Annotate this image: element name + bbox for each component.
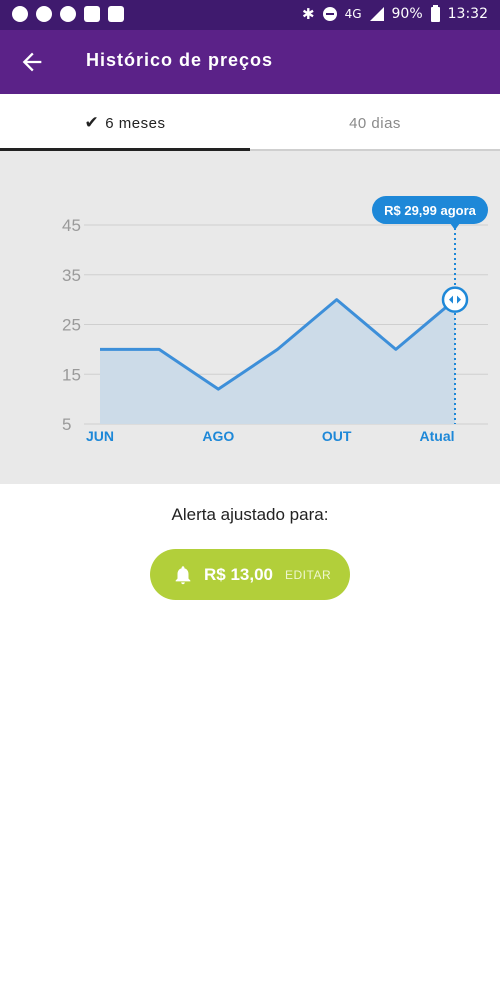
- app-notification-icon: [36, 6, 52, 22]
- edit-alert-link[interactable]: EDITAR: [285, 568, 331, 582]
- network-type: 4G: [344, 7, 362, 21]
- app-notification-icon: [60, 6, 76, 22]
- tooltip-pointer: [450, 223, 460, 230]
- x-axis-label: AGO: [202, 428, 234, 444]
- tab-6-meses[interactable]: ✔ 6 meses: [0, 94, 250, 152]
- battery-percent: 90%: [391, 6, 423, 22]
- app-bar: Histórico de preços: [0, 30, 500, 94]
- notification-icons: [12, 6, 124, 22]
- check-icon: ✔: [84, 113, 100, 132]
- y-tick-label: 45: [62, 216, 81, 235]
- price-area-fill: [100, 299, 455, 424]
- price-chart-svg: 45 35 25 15 5 JUN AGO OUT Atual R$ 29,99 agora: [62, 196, 488, 444]
- clock: 13:32: [447, 6, 488, 22]
- price-alert-button[interactable]: R$ 13,00 EDITAR: [150, 549, 350, 600]
- tab-40-dias[interactable]: 40 dias: [250, 94, 500, 152]
- signal-icon: [369, 7, 384, 21]
- list-notification-icon: [84, 6, 100, 22]
- x-axis-label: JUN: [86, 428, 114, 444]
- spotify-icon: [12, 6, 28, 22]
- y-tick-label: 5: [62, 415, 71, 434]
- bluetooth-icon: ✱: [302, 5, 315, 23]
- y-tick-label: 35: [62, 266, 81, 285]
- status-bar: ✱ 4G 90% 13:32: [0, 0, 500, 30]
- do-not-disturb-icon: [322, 7, 337, 21]
- tab-label: 40 dias: [349, 114, 401, 132]
- gmail-icon: [108, 6, 124, 22]
- y-tick-label: 15: [62, 365, 81, 384]
- drag-handle[interactable]: [441, 286, 469, 313]
- alert-label: Alerta ajustado para:: [171, 505, 329, 524]
- tab-label: 6 meses: [105, 114, 166, 132]
- price-chart: 45 35 25 15 5 JUN AGO OUT Atual R$ 29,99 agora: [0, 151, 500, 484]
- current-price-label: R$ 29,99 agora: [384, 203, 477, 218]
- period-tabs: ✔ 6 meses 40 dias: [0, 94, 500, 152]
- back-arrow-icon[interactable]: [18, 48, 46, 76]
- bell-icon: [175, 565, 191, 584]
- x-axis-label: OUT: [322, 428, 352, 444]
- alert-price: R$ 13,00: [204, 564, 273, 584]
- battery-icon: [430, 4, 440, 22]
- x-axis-label: Atual: [420, 428, 455, 444]
- y-tick-label: 25: [62, 316, 81, 335]
- page-title: Histórico de preços: [86, 50, 274, 70]
